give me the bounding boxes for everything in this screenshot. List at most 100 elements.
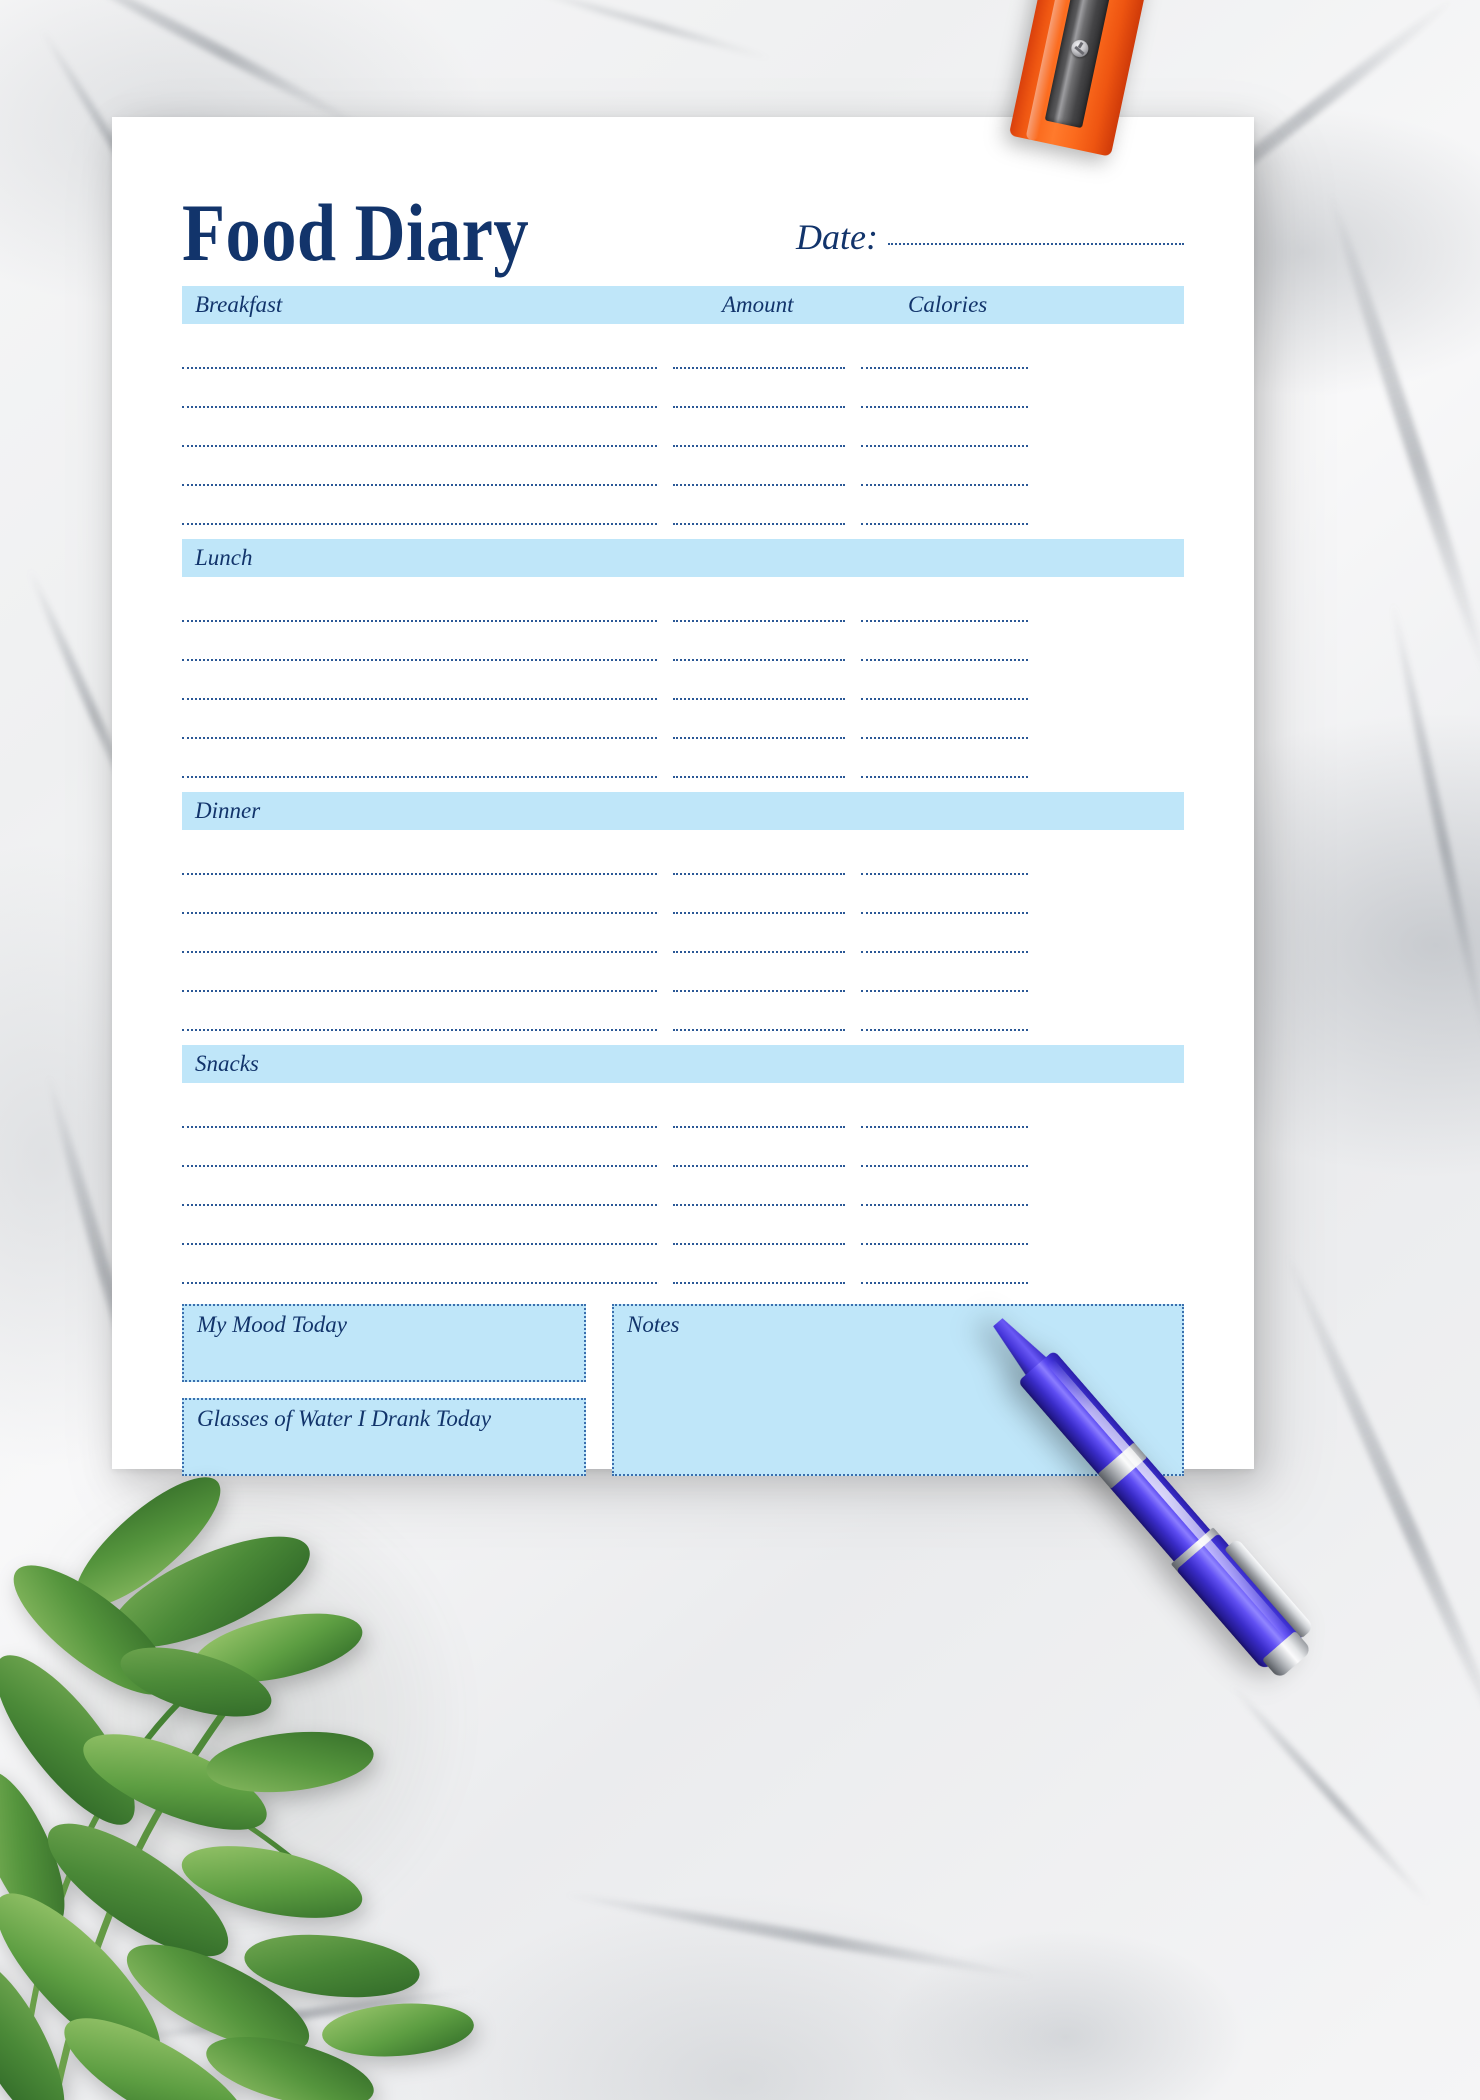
- mood-box[interactable]: My Mood Today: [182, 1304, 586, 1382]
- date-input-line[interactable]: [888, 243, 1184, 245]
- section-label-snacks: Snacks: [195, 1051, 259, 1076]
- entry-line-amount[interactable]: [673, 888, 845, 914]
- entry-line-amount[interactable]: [673, 849, 845, 875]
- entry-line-cal[interactable]: [861, 596, 1028, 622]
- entry-line-cal[interactable]: [861, 1102, 1028, 1128]
- entry-line-item[interactable]: [182, 421, 657, 447]
- entry-line-amount[interactable]: [673, 499, 845, 525]
- entry-line-cal[interactable]: [861, 966, 1028, 992]
- entry-line-item[interactable]: [182, 752, 657, 778]
- entry-line-cal[interactable]: [861, 1219, 1028, 1245]
- entry-line-cal[interactable]: [861, 635, 1028, 661]
- entry-line-cal[interactable]: [861, 888, 1028, 914]
- entry-line-amount[interactable]: [673, 1219, 845, 1245]
- entry-line-item[interactable]: [182, 927, 657, 953]
- entry-row: [182, 1206, 1184, 1245]
- entry-line-item[interactable]: [182, 382, 657, 408]
- entry-line-cal[interactable]: [861, 1258, 1028, 1284]
- section-header-breakfast: Breakfast Amount Calories: [182, 286, 1184, 324]
- entry-line-cal[interactable]: [861, 752, 1028, 778]
- entry-line-item[interactable]: [182, 343, 657, 369]
- date-label: Date:: [796, 217, 878, 257]
- entry-line-cal[interactable]: [861, 421, 1028, 447]
- entry-line-item[interactable]: [182, 460, 657, 486]
- entry-line-item[interactable]: [182, 1258, 657, 1284]
- water-box[interactable]: Glasses of Water I Drank Today: [182, 1398, 586, 1476]
- entry-line-amount[interactable]: [673, 596, 845, 622]
- entry-line-cal[interactable]: [861, 460, 1028, 486]
- entry-line-amount[interactable]: [673, 674, 845, 700]
- entry-line-cal[interactable]: [861, 1180, 1028, 1206]
- entry-row: [182, 739, 1184, 778]
- entry-line-amount[interactable]: [673, 713, 845, 739]
- entry-line-amount[interactable]: [673, 752, 845, 778]
- section-label-dinner: Dinner: [195, 798, 261, 823]
- entry-row: [182, 622, 1184, 661]
- entry-line-amount[interactable]: [673, 635, 845, 661]
- entry-line-cal[interactable]: [861, 927, 1028, 953]
- water-box-label: Glasses of Water I Drank Today: [197, 1406, 492, 1431]
- entry-line-item[interactable]: [182, 499, 657, 525]
- entry-line-amount[interactable]: [673, 966, 845, 992]
- entry-line-amount[interactable]: [673, 343, 845, 369]
- entry-line-amount[interactable]: [673, 421, 845, 447]
- column-header-amount: Amount: [722, 292, 794, 317]
- entry-line-amount[interactable]: [673, 460, 845, 486]
- entry-line-item[interactable]: [182, 674, 657, 700]
- entry-line-amount[interactable]: [673, 927, 845, 953]
- section-label-lunch: Lunch: [195, 545, 253, 570]
- entry-row: [182, 1167, 1184, 1206]
- section-label-breakfast: Breakfast: [195, 292, 283, 317]
- entry-line-amount[interactable]: [673, 382, 845, 408]
- entry-row: [182, 700, 1184, 739]
- meal-sections: Breakfast Amount Calories Lunch Dinner Snacks: [182, 286, 1184, 1284]
- entry-line-cal[interactable]: [861, 343, 1028, 369]
- entry-row: [182, 661, 1184, 700]
- entry-row: [182, 330, 1184, 369]
- entry-row: [182, 408, 1184, 447]
- entry-row: [182, 836, 1184, 875]
- entry-line-cal[interactable]: [861, 499, 1028, 525]
- entry-line-cal[interactable]: [861, 713, 1028, 739]
- section-header-snacks: Snacks: [182, 1045, 1184, 1083]
- entry-row: [182, 992, 1184, 1031]
- entry-line-cal[interactable]: [861, 382, 1028, 408]
- entry-row: [182, 1245, 1184, 1284]
- notes-box-label: Notes: [627, 1312, 680, 1337]
- entry-rows-dinner: [182, 830, 1184, 1031]
- entry-line-cal[interactable]: [861, 849, 1028, 875]
- entry-line-amount[interactable]: [673, 1005, 845, 1031]
- entry-line-item[interactable]: [182, 1180, 657, 1206]
- section-header-dinner: Dinner: [182, 792, 1184, 830]
- column-header-calories: Calories: [908, 292, 988, 317]
- entry-line-item[interactable]: [182, 596, 657, 622]
- entry-line-cal[interactable]: [861, 1005, 1028, 1031]
- entry-row: [182, 953, 1184, 992]
- entry-line-amount[interactable]: [673, 1141, 845, 1167]
- entry-line-item[interactable]: [182, 888, 657, 914]
- entry-line-item[interactable]: [182, 1005, 657, 1031]
- entry-line-amount[interactable]: [673, 1258, 845, 1284]
- entry-row: [182, 369, 1184, 408]
- entry-line-item[interactable]: [182, 966, 657, 992]
- entry-line-cal[interactable]: [861, 1141, 1028, 1167]
- entry-line-item[interactable]: [182, 713, 657, 739]
- food-diary-page: Food Diary Date: Breakfast Amount Calories…: [112, 117, 1254, 1476]
- entry-line-amount[interactable]: [673, 1102, 845, 1128]
- entry-rows-lunch: [182, 577, 1184, 778]
- entry-row: [182, 875, 1184, 914]
- date-field[interactable]: Date:: [796, 216, 1184, 272]
- entry-row: [182, 1128, 1184, 1167]
- section-header-lunch: Lunch: [182, 539, 1184, 577]
- entry-line-item[interactable]: [182, 1102, 657, 1128]
- entry-line-item[interactable]: [182, 849, 657, 875]
- entry-line-cal[interactable]: [861, 674, 1028, 700]
- entry-row: [182, 914, 1184, 953]
- entry-line-item[interactable]: [182, 635, 657, 661]
- page-title: Food Diary: [182, 187, 530, 279]
- entry-line-item[interactable]: [182, 1219, 657, 1245]
- page-header: Food Diary Date:: [182, 164, 1184, 279]
- entry-line-amount[interactable]: [673, 1180, 845, 1206]
- entry-line-item[interactable]: [182, 1141, 657, 1167]
- entry-row: [182, 447, 1184, 486]
